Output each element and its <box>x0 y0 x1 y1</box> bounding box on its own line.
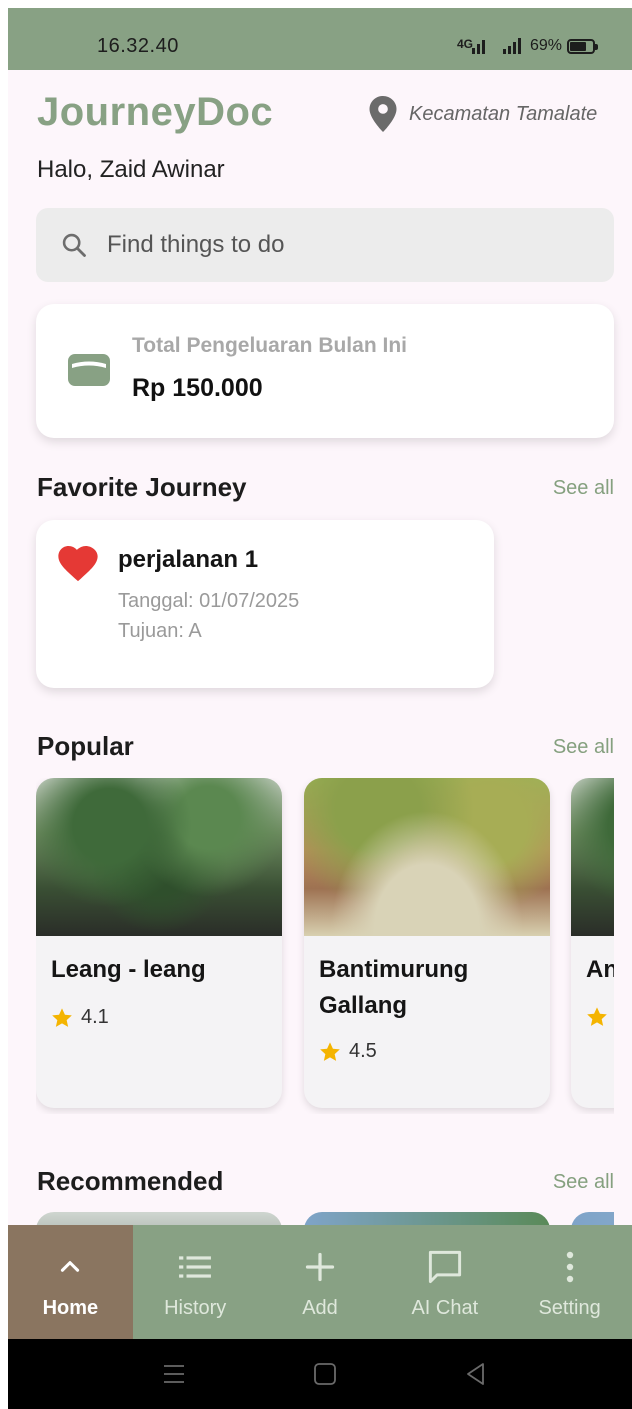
star-icon <box>587 1007 607 1026</box>
nav-ai-chat[interactable]: AI Chat <box>382 1225 507 1339</box>
nav-history[interactable]: History <box>133 1225 258 1339</box>
search-bar[interactable] <box>36 208 614 282</box>
home-button-icon[interactable] <box>312 1361 338 1387</box>
recommended-carousel[interactable] <box>36 1212 614 1226</box>
plus-icon <box>300 1247 340 1287</box>
rating-value: 4.5 <box>349 1040 377 1062</box>
expense-label: Total Pengeluaran Bulan Ini <box>132 334 407 357</box>
heart-icon[interactable] <box>58 546 98 582</box>
recommended-card[interactable] <box>36 1212 282 1226</box>
favorite-journey-destination: Tujuan: A <box>118 620 202 642</box>
menu-icon[interactable] <box>161 1361 187 1387</box>
chevron-up-icon <box>50 1247 90 1287</box>
recommended-card[interactable] <box>571 1212 614 1226</box>
status-bar: 16.32.40 4G 69% <box>8 8 632 70</box>
greeting-text: Halo, Zaid Awinar <box>37 156 225 183</box>
location-pin-icon <box>369 96 397 132</box>
popular-card[interactable]: Leang - leang 4.1 <box>36 778 282 1108</box>
destination-rating <box>586 1006 608 1028</box>
destination-name: Leang - leang <box>51 956 206 983</box>
expense-amount: Rp 150.000 <box>132 374 263 402</box>
popular-card[interactable]: Bantimurung Gallang 4.5 <box>304 778 550 1108</box>
popular-card[interactable]: An <box>571 778 614 1108</box>
popular-see-all-link[interactable]: See all <box>553 736 614 759</box>
nav-setting[interactable]: Setting <box>507 1225 632 1339</box>
list-icon <box>175 1247 215 1287</box>
rating-value: 4.1 <box>81 1006 109 1028</box>
bottom-navigation: Home History Add AI Chat Setting <box>8 1225 632 1339</box>
status-time: 16.32.40 <box>97 35 179 57</box>
popular-carousel[interactable]: Leang - leang 4.1 Bantimurung Gallang 4.… <box>36 778 614 1114</box>
nav-home[interactable]: Home <box>8 1225 133 1339</box>
network-type: 4G <box>457 37 474 51</box>
recommended-see-all-link[interactable]: See all <box>553 1171 614 1194</box>
nav-label: AI Chat <box>411 1297 479 1319</box>
location-display[interactable]: Kecamatan Tamalate <box>369 96 597 132</box>
system-navigation-bar <box>8 1339 632 1409</box>
destination-rating: 4.1 <box>51 1006 109 1029</box>
location-label: Kecamatan Tamalate <box>409 102 598 125</box>
nav-label: Home <box>42 1297 99 1319</box>
signal-icon <box>472 38 485 54</box>
battery-percent: 69% <box>530 37 563 54</box>
search-input[interactable] <box>107 231 567 259</box>
nav-label: History <box>164 1297 227 1319</box>
destination-name: Bantimurung Gallang <box>319 956 469 1019</box>
monthly-expense-card[interactable]: Total Pengeluaran Bulan Ini Rp 150.000 <box>36 304 614 438</box>
destination-photo <box>304 778 550 936</box>
favorite-journey-card[interactable]: perjalanan 1 Tanggal: 01/07/2025 Tujuan:… <box>36 520 494 688</box>
nav-label: Add <box>302 1297 338 1319</box>
wallet-icon <box>68 354 110 386</box>
recommended-card[interactable] <box>304 1212 550 1226</box>
app-screen: 16.32.40 4G 69% JourneyDoc Kecamatan Tam… <box>8 8 632 1409</box>
app-title: JourneyDoc <box>37 90 274 134</box>
favorite-journey-name: perjalanan 1 <box>118 546 259 573</box>
favorite-journey-date: Tanggal: 01/07/2025 <box>118 590 300 612</box>
destination-photo <box>571 778 614 936</box>
back-icon[interactable] <box>463 1361 489 1387</box>
star-icon <box>320 1041 340 1061</box>
chat-bubble-icon <box>425 1247 465 1287</box>
destination-rating: 4.5 <box>319 1040 377 1063</box>
battery-icon <box>567 39 598 54</box>
search-icon <box>62 233 86 257</box>
signal-strength-icon <box>503 38 521 54</box>
popular-section-title: Popular <box>37 731 134 761</box>
destination-name: An <box>586 956 614 983</box>
favorite-see-all-link[interactable]: See all <box>553 477 614 500</box>
nav-label: Setting <box>538 1297 601 1319</box>
star-icon <box>52 1007 72 1027</box>
favorite-section-title: Favorite Journey <box>37 472 247 502</box>
nav-add[interactable]: Add <box>258 1225 383 1339</box>
more-vertical-icon <box>550 1247 590 1287</box>
destination-photo <box>36 778 282 936</box>
recommended-section-title: Recommended <box>37 1166 224 1196</box>
